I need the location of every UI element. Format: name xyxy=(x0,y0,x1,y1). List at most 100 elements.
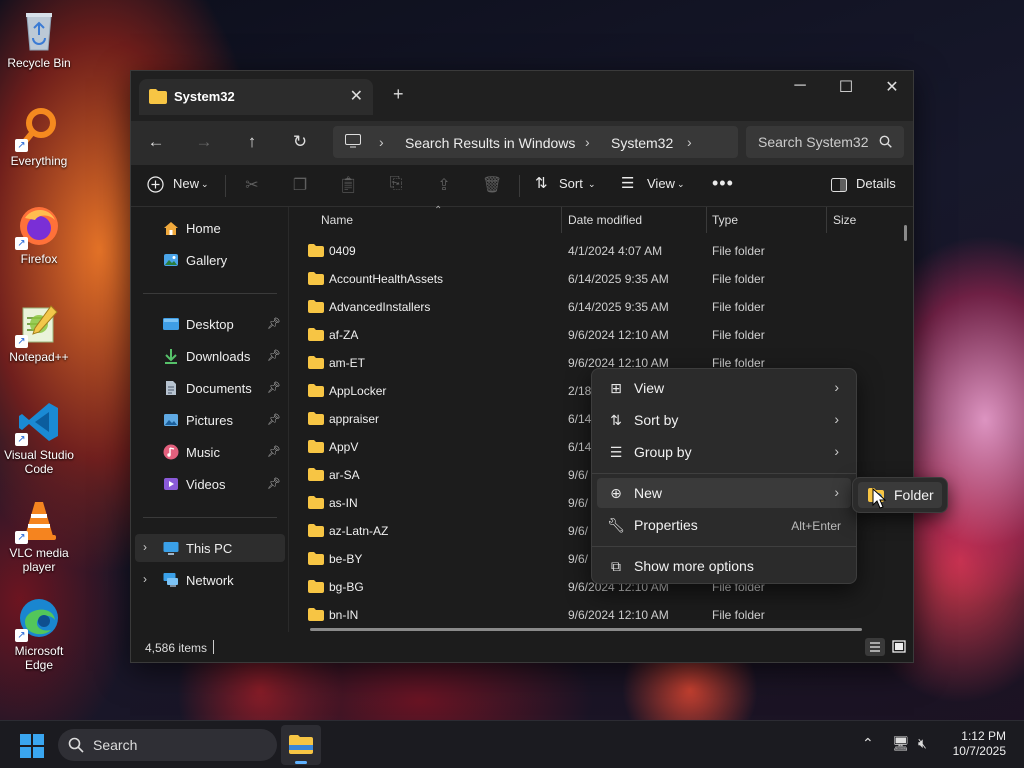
column-header-size[interactable]: Size xyxy=(833,213,856,227)
menu-separator xyxy=(592,473,856,474)
desktop-icon-edge[interactable]: ↗ Microsoft Edge xyxy=(0,596,78,672)
sidebar-item-desktop[interactable]: Desktop 📌︎ xyxy=(135,310,285,338)
menu-item-properties[interactable]: 🔧︎ Properties Alt+Enter xyxy=(597,510,851,540)
network-status-icon[interactable]: 🖥︎ xyxy=(892,735,910,752)
sidebar-item-home[interactable]: Home xyxy=(135,214,285,242)
refresh-icon[interactable]: ↻ xyxy=(285,132,315,152)
forward-arrow-icon[interactable]: → xyxy=(189,132,219,152)
file-type: File folder xyxy=(712,272,765,286)
sidebar-item-pictures[interactable]: Pictures 📌︎ xyxy=(135,406,285,434)
submenu-item-folder[interactable]: Folder xyxy=(858,482,942,508)
start-button[interactable] xyxy=(20,734,44,758)
rename-icon[interactable]: ⎘ xyxy=(386,175,406,193)
taskbar-search[interactable]: Search xyxy=(58,729,277,761)
breadcrumb-search-results[interactable]: Search Results in Windows xyxy=(405,135,575,151)
desktop-icon-recycle-bin[interactable]: Recycle Bin xyxy=(0,8,78,70)
sidebar-item-label: Desktop xyxy=(186,317,234,332)
sidebar-item-videos[interactable]: Videos 📌︎ xyxy=(135,470,285,498)
desktop-icon-vscode[interactable]: ↗ Visual Studio Code xyxy=(0,400,78,476)
column-header-name[interactable]: Name xyxy=(321,213,353,227)
more-options-icon[interactable]: ••• xyxy=(712,173,734,194)
copy-icon[interactable]: ❐ xyxy=(290,175,310,195)
view-button[interactable]: ☰ View ⌄ xyxy=(621,165,691,207)
sidebar-item-downloads[interactable]: Downloads 📌︎ xyxy=(135,342,285,370)
navigation-bar: ← → ↑ ↻ › Search Results in Windows › Sy… xyxy=(131,121,913,165)
file-type: File folder xyxy=(712,244,765,258)
file-row[interactable]: bn-IN 9/6/2024 12:10 AM File folder xyxy=(290,601,900,629)
taskbar-file-explorer[interactable] xyxy=(281,725,321,765)
pin-icon[interactable]: 📌︎ xyxy=(267,445,281,458)
delete-icon[interactable]: 🗑︎ xyxy=(482,175,502,195)
pin-icon[interactable]: 📌︎ xyxy=(267,317,281,330)
desktop-icon-notepad-plus-plus[interactable]: ↗ Notepad++ xyxy=(0,302,78,364)
details-pane-button[interactable]: Details xyxy=(831,165,901,207)
file-name: be-BY xyxy=(329,552,363,566)
desktop-icon-everything[interactable]: ↗ Everything xyxy=(0,106,78,168)
new-tab-icon[interactable]: + xyxy=(393,84,404,105)
file-row[interactable]: af-ZA 9/6/2024 12:10 AM File folder xyxy=(290,321,900,349)
back-arrow-icon[interactable]: ← xyxy=(141,132,171,152)
breadcrumb-system32[interactable]: System32 xyxy=(611,135,673,151)
column-divider[interactable] xyxy=(826,207,827,233)
column-header-type[interactable]: Type xyxy=(712,213,738,227)
details-view-toggle[interactable] xyxy=(865,638,885,656)
menu-item-new[interactable]: ⊕ New › xyxy=(597,478,851,508)
sort-button[interactable]: ⇅ Sort ⌄ xyxy=(535,165,599,207)
file-row[interactable]: AccountHealthAssets 6/14/2025 9:35 AM File… xyxy=(290,265,900,293)
system-clock[interactable]: 1:12 PM 10/7/2025 xyxy=(953,729,1006,759)
pin-icon[interactable]: 📌︎ xyxy=(267,349,281,362)
file-date-modified: 9/6/ xyxy=(568,496,589,510)
file-name: ar-SA xyxy=(329,468,360,482)
sidebar-item-network[interactable]: › Network xyxy=(135,566,285,594)
minimize-icon[interactable]: ─ xyxy=(777,77,823,95)
paste-icon[interactable]: 📋︎ xyxy=(338,175,358,195)
status-bar: 4,586 items xyxy=(131,632,913,662)
tab-system32[interactable]: System32 ✕ xyxy=(139,79,373,115)
address-bar[interactable]: › Search Results in Windows › System32 › xyxy=(333,126,738,158)
menu-item-group-by[interactable]: ☰ Group by › xyxy=(597,437,851,467)
chevron-right-icon[interactable]: › xyxy=(143,572,147,586)
shortcut-arrow-icon: ↗ xyxy=(15,335,28,348)
pin-icon[interactable]: 📌︎ xyxy=(267,413,281,426)
sidebar-item-music[interactable]: Music 📌︎ xyxy=(135,438,285,466)
pin-icon[interactable]: 📌︎ xyxy=(267,477,281,490)
up-arrow-icon[interactable]: ↑ xyxy=(237,132,267,152)
sidebar-item-gallery[interactable]: Gallery xyxy=(135,246,285,274)
desktop-icon-vlc[interactable]: ↗ VLC media player xyxy=(0,498,78,574)
menu-item-show-more-options[interactable]: ⧉ Show more options xyxy=(597,551,851,581)
pin-icon[interactable]: 📌︎ xyxy=(267,381,281,394)
videos-icon xyxy=(163,476,179,492)
breadcrumb-chevron-icon[interactable]: › xyxy=(687,134,692,150)
file-row[interactable]: AdvancedInstallers 6/14/2025 9:35 AM File … xyxy=(290,293,900,321)
tab-close-icon[interactable]: ✕ xyxy=(350,86,363,106)
close-window-icon[interactable]: ✕ xyxy=(869,77,915,97)
chevron-right-icon[interactable]: › xyxy=(143,540,147,554)
show-hidden-icons-chevron-icon[interactable]: ⌃ xyxy=(862,735,874,752)
search-box[interactable] xyxy=(746,126,904,158)
cut-icon[interactable]: ✂ xyxy=(242,175,262,195)
column-header-date-modified[interactable]: Date modified xyxy=(568,213,642,227)
desktop-icon-firefox[interactable]: ↗ Firefox xyxy=(0,204,78,266)
column-divider[interactable] xyxy=(561,207,562,233)
vertical-scrollbar[interactable] xyxy=(904,225,907,241)
menu-item-view[interactable]: ⊞ View › xyxy=(597,373,851,403)
submenu-item-label: Folder xyxy=(894,487,934,503)
search-input[interactable] xyxy=(758,126,876,158)
file-type: File folder xyxy=(712,328,765,342)
sidebar-item-this-pc[interactable]: › This PC xyxy=(135,534,285,562)
file-name: AdvancedInstallers xyxy=(329,300,431,314)
command-separator xyxy=(519,175,520,197)
column-divider[interactable] xyxy=(706,207,707,233)
share-icon[interactable]: ⇪ xyxy=(434,175,454,195)
breadcrumb-chevron-icon[interactable]: › xyxy=(585,134,590,150)
horizontal-scrollbar[interactable] xyxy=(310,628,862,631)
volume-muted-icon[interactable]: 🔇︎ xyxy=(918,735,927,752)
menu-item-sort-by[interactable]: ⇅ Sort by › xyxy=(597,405,851,435)
file-row[interactable]: 0409 4/1/2024 4:07 AM File folder xyxy=(290,237,900,265)
file-date-modified: 9/6/ xyxy=(568,552,589,566)
sidebar-item-documents[interactable]: Documents 📌︎ xyxy=(135,374,285,402)
new-button[interactable]: New ⌄ xyxy=(147,165,211,207)
breadcrumb-chevron-icon[interactable]: › xyxy=(379,134,384,150)
maximize-icon[interactable]: ☐ xyxy=(823,77,869,97)
tiles-view-toggle[interactable] xyxy=(889,638,909,656)
